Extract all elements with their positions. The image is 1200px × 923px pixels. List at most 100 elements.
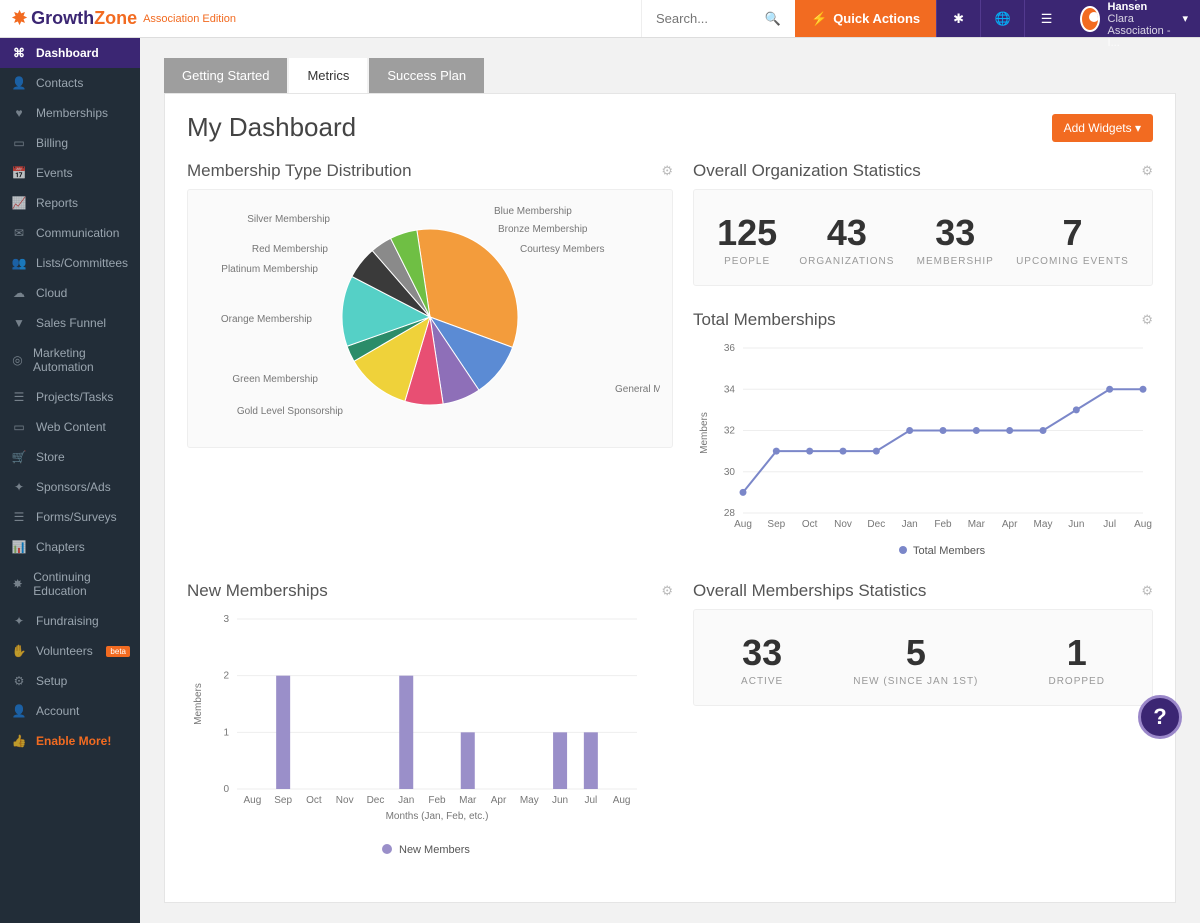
sidebar-item-reports[interactable]: 📈 Reports [0,188,140,218]
nav-icon: 📅 [10,166,28,180]
sidebar-item-communication[interactable]: ✉Communication [0,218,140,248]
tab-metrics[interactable]: Metrics [289,58,367,93]
svg-text:Jul: Jul [584,795,597,806]
stat-value: 33 [741,632,783,674]
svg-text:Aug: Aug [734,519,752,530]
tab-getting-started[interactable]: Getting Started [164,58,287,93]
svg-text:Sep: Sep [274,795,292,806]
card-title: Membership Type Distribution [187,161,412,181]
svg-text:New Members: New Members [399,844,470,856]
sidebar-item-web-content[interactable]: ▭Web Content [0,412,140,442]
sidebar-item-events[interactable]: 📅Events [0,158,140,188]
sidebar-item-chapters[interactable]: 📊Chapters [0,532,140,562]
svg-text:32: 32 [724,426,736,437]
stat: 33MEMBERSHIP [917,212,994,267]
nav-icon: 👥 [10,256,28,270]
svg-text:Green Membership: Green Membership [232,374,318,385]
sidebar-item-enable-more-[interactable]: 👍Enable More! [0,726,140,756]
add-widgets-button[interactable]: Add Widgets ▾ [1052,114,1153,142]
line-chart: 2830323436AugSepOctNovDecJanFebMarAprMay… [693,338,1153,558]
gear-icon[interactable]: ⚙ [661,163,673,179]
svg-text:Aug: Aug [243,795,261,806]
nav-icon: 📈 [10,196,28,210]
sidebar-item-label: Reports [36,196,78,210]
sidebar-item-store[interactable]: 🛒Store [0,442,140,472]
nav-icon: ☰ [10,390,28,404]
svg-text:Gold Level Sponsorship: Gold Level Sponsorship [237,406,344,417]
stat: 5NEW (SINCE JAN 1ST) [853,632,978,687]
sidebar-item-label: Contacts [36,76,83,90]
pie-chart: General MembershipGold Level Sponsorship… [200,202,660,432]
card-title: New Memberships [187,581,328,601]
svg-text:3: 3 [223,614,229,625]
sidebar-item-sponsors-ads[interactable]: ✦Sponsors/Ads [0,472,140,502]
gear-icon[interactable]: ⚙ [1141,583,1153,599]
logo[interactable]: ✸ GrowthZone Association Edition [0,0,641,37]
nav-icon: ✦ [10,480,28,494]
svg-text:Oct: Oct [802,519,818,530]
user-menu[interactable]: Nancy Hansen Clara Association - I... ▾ [1068,0,1200,37]
sidebar-item-volunteers[interactable]: ✋Volunteersbeta [0,636,140,666]
sidebar-item-setup[interactable]: ⚙Setup [0,666,140,696]
stat: 125PEOPLE [717,212,777,267]
tasks-icon[interactable]: ☰ [1024,0,1068,37]
svg-text:1: 1 [223,727,229,738]
sidebar-item-fundraising[interactable]: ✦ Fundraising [0,606,140,636]
widget-membership-type: Membership Type Distribution ⚙ General M… [187,161,673,561]
connect-icon[interactable]: ✱ [936,0,980,37]
sidebar-item-label: Billing [36,136,68,150]
sidebar-item-cloud[interactable]: ☁Cloud [0,278,140,308]
stat: 1DROPPED [1048,632,1104,687]
widget-membership-stats: Overall Memberships Statistics ⚙ 33 ACTIV… [693,581,1153,862]
globe-icon[interactable]: 🌐 [980,0,1024,37]
search-icon[interactable]: 🔍 [765,11,781,27]
svg-text:Dec: Dec [867,519,885,530]
sidebar-item-marketing-automation[interactable]: ◎Marketing Automation [0,338,140,382]
sidebar-item-label: Marketing Automation [33,346,130,374]
sidebar-item-label: Web Content [36,420,106,434]
svg-text:36: 36 [724,343,736,354]
sidebar-item-label: Fundraising [36,614,99,628]
svg-text:Apr: Apr [491,795,507,806]
gear-icon[interactable]: ⚙ [1141,163,1153,179]
page-title: My Dashboard [187,112,356,143]
sidebar-item-dashboard[interactable]: ⌘Dashboard [0,38,140,68]
gear-icon[interactable]: ⚙ [661,583,673,599]
stat: 43ORGANIZATIONS [799,212,894,267]
sidebar-item-sales-funnel[interactable]: ▼Sales Funnel [0,308,140,338]
page: My Dashboard Add Widgets ▾ Membership Ty… [164,93,1176,903]
stat-label: ACTIVE [741,676,783,687]
bar-chart: 0123AugSepOctNovDecJanFebMarAprMayJunJul… [187,609,647,859]
svg-text:Orange Membership: Orange Membership [221,314,313,325]
sidebar-item-billing[interactable]: ▭Billing [0,128,140,158]
nav-icon: ⚙ [10,674,28,688]
sidebar-item-label: Continuing Education [33,570,130,598]
search-box[interactable]: 🔍 [641,0,795,37]
sidebar-item-contacts[interactable]: 👤Contacts [0,68,140,98]
sidebar-item-account[interactable]: 👤Account [0,696,140,726]
gear-icon[interactable]: ⚙ [1141,312,1153,328]
svg-text:Platinum Membership: Platinum Membership [221,264,318,275]
svg-text:Apr: Apr [1002,519,1018,530]
quick-actions-button[interactable]: ⚡ Quick Actions [795,0,936,37]
svg-text:Jan: Jan [902,519,918,530]
stat-value: 1 [1048,632,1104,674]
card-title: Overall Memberships Statistics [693,581,926,601]
sidebar-item-memberships[interactable]: ♥Memberships [0,98,140,128]
svg-text:May: May [1034,519,1053,530]
stat-label: MEMBERSHIP [917,256,994,267]
search-input[interactable] [656,11,765,26]
nav-icon: ✦ [10,614,28,628]
help-button[interactable]: ? [1138,695,1182,739]
svg-text:30: 30 [724,467,736,478]
stat-label: NEW (SINCE JAN 1ST) [853,676,978,687]
sidebar-item-projects-tasks[interactable]: ☰Projects/Tasks [0,382,140,412]
widget-org-stats: Overall Organization Statistics ⚙ 125PEO… [693,161,1153,286]
tab-success-plan[interactable]: Success Plan [369,58,484,93]
sidebar-item-forms-surveys[interactable]: ☰Forms/Surveys [0,502,140,532]
svg-text:Dec: Dec [367,795,385,806]
svg-text:Oct: Oct [306,795,322,806]
sidebar-item-continuing-education[interactable]: ✸Continuing Education [0,562,140,606]
sidebar-item-label: Communication [36,226,119,240]
sidebar-item-lists-committees[interactable]: 👥Lists/Committees [0,248,140,278]
